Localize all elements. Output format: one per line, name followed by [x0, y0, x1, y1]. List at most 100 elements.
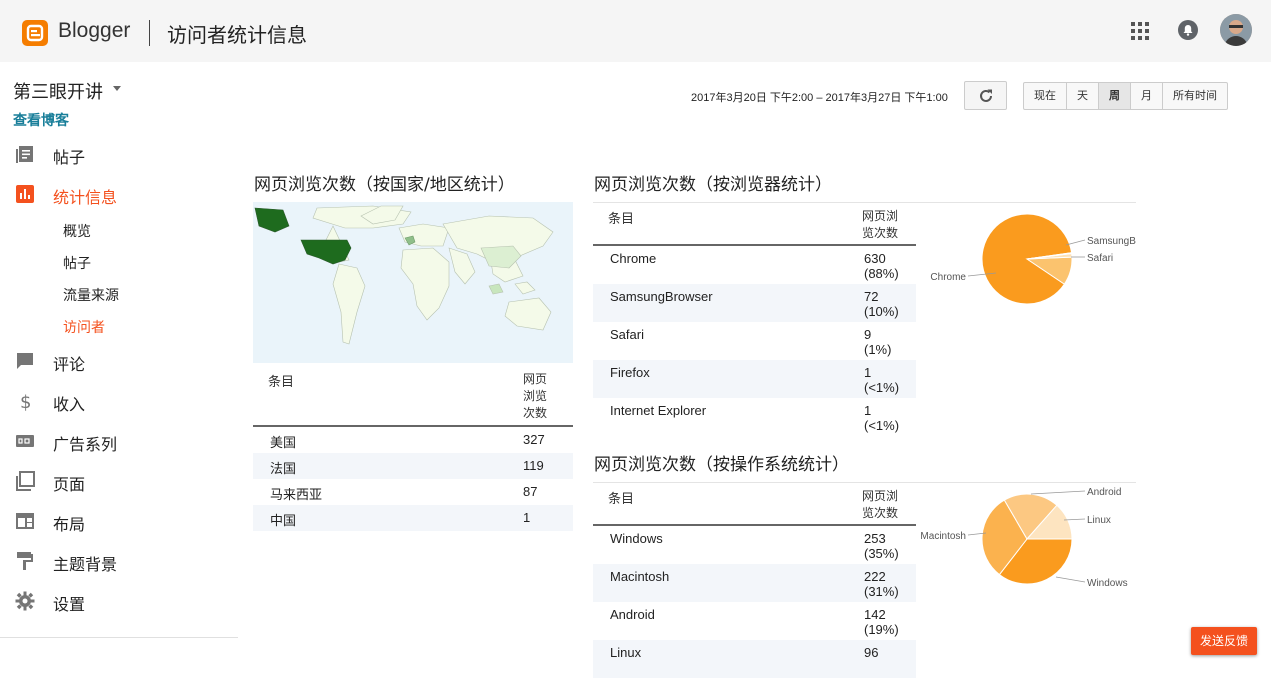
nav-earnings[interactable]: $ 收入 — [13, 389, 233, 414]
nav-posts-label: 帖子 — [53, 148, 86, 167]
browser-panel-title: 网页浏览次数（按浏览器统计） — [594, 175, 832, 195]
browser-table-body: Chrome 630 (88%) SamsungBrowser 72 (10%) Saf… — [593, 246, 916, 436]
table-row[interactable]: 美国 327 — [253, 427, 573, 453]
gear-icon — [15, 591, 35, 611]
col-views-header: 网页浏 览次数 — [862, 209, 899, 240]
table-row[interactable]: Firefox 1 (<1%) — [593, 360, 916, 398]
range-day-button[interactable]: 天 — [1067, 83, 1099, 109]
nav-theme[interactable]: 主题背景 — [13, 549, 233, 574]
nav-posts[interactable]: 帖子 — [13, 142, 233, 167]
row-views: 96 — [864, 645, 879, 660]
row-views: 630 (88%) — [864, 251, 899, 281]
row-views: 253 (35%) — [864, 531, 899, 561]
nav-pages-label: 页面 — [53, 475, 86, 494]
blog-selector[interactable]: 第三眼开讲 — [13, 78, 103, 104]
browser-pie-slices — [981, 213, 1073, 305]
pie-label: Android — [1087, 487, 1121, 498]
table-row[interactable]: Linux 96 — [593, 640, 916, 678]
pie-leader-line — [1055, 576, 1086, 583]
browser-pie-chart[interactable]: Chrome SamsungB Safari — [916, 203, 1136, 318]
row-entry: 法国 — [270, 461, 297, 476]
range-all-time-button[interactable]: 所有时间 — [1163, 83, 1227, 109]
row-entry: Chrome — [610, 251, 657, 266]
table-row[interactable]: Safari 9 (1%) — [593, 322, 916, 360]
table-row[interactable]: 马来西亚 87 — [253, 479, 573, 505]
brand-name[interactable]: Blogger — [58, 19, 130, 43]
nav-comments-label: 评论 — [53, 355, 86, 374]
row-views: 1 (<1%) — [864, 403, 900, 433]
refresh-button[interactable] — [964, 81, 1007, 110]
posts-icon — [16, 146, 33, 163]
stats-icon — [16, 185, 34, 203]
range-week-button[interactable]: 周 — [1099, 83, 1131, 109]
table-row[interactable]: SamsungBrowser 72 (10%) — [593, 284, 916, 322]
nav-stats[interactable]: 统计信息 — [13, 182, 233, 207]
os-table-header: 条目 网页浏 览次数 — [593, 483, 916, 526]
table-row[interactable]: Internet Explorer 1 (<1%) — [593, 398, 916, 436]
row-views: 1 — [523, 510, 531, 525]
sidebar-divider — [0, 637, 238, 638]
sub-traffic-sources[interactable]: 流量来源 — [63, 285, 119, 305]
row-entry: 马来西亚 — [270, 487, 323, 502]
col-entry-header: 条目 — [268, 374, 295, 389]
os-pie-chart[interactable]: Macintosh Android Linux Windows — [916, 483, 1136, 598]
os-panel-title: 网页浏览次数（按操作系统统计） — [594, 455, 849, 475]
row-entry: Safari — [610, 327, 644, 342]
col-views-header: 网页浏 览次数 — [862, 489, 899, 520]
table-row[interactable]: Chrome 630 (88%) — [593, 246, 916, 284]
page-title: 访问者统计信息 — [167, 23, 307, 47]
row-entry: 中国 — [270, 513, 297, 528]
date-range-label: 2017年3月20日 下午2:00 – 2017年3月27日 下午1:00 — [691, 92, 948, 104]
row-views: 1 (<1%) — [864, 365, 900, 395]
apps-grid-icon[interactable] — [1131, 22, 1149, 40]
table-row[interactable]: Macintosh 222 (31%) — [593, 564, 916, 602]
row-views: 9 (1%) — [864, 327, 892, 357]
layout-icon — [16, 513, 34, 529]
pie-label: Linux — [1087, 515, 1111, 526]
pie-label: Macintosh — [920, 531, 966, 542]
col-views-header: 网页 浏览 次数 — [523, 372, 548, 420]
caret-down-icon[interactable] — [113, 86, 121, 91]
dollar-icon: $ — [20, 392, 31, 411]
table-row[interactable]: Android 142 (19%) — [593, 602, 916, 640]
send-feedback-button[interactable]: 发送反馈 — [1191, 627, 1257, 655]
pie-leader-line — [1030, 490, 1086, 495]
world-map[interactable] — [253, 202, 573, 363]
pie-label: Chrome — [930, 272, 966, 283]
table-row[interactable]: 中国 1 — [253, 505, 573, 531]
nav-layout[interactable]: 布局 — [13, 509, 233, 534]
range-month-button[interactable]: 月 — [1131, 83, 1163, 109]
row-views: 119 — [523, 458, 544, 473]
nav-theme-label: 主题背景 — [53, 555, 118, 574]
pie-label: SamsungB — [1087, 236, 1136, 247]
nav-settings[interactable]: 设置 — [13, 589, 233, 614]
country-table: 条目 网页 浏览 次数 美国 327 法国 119 马来西亚 87 中国 1 — [253, 363, 573, 531]
row-entry: Internet Explorer — [610, 403, 707, 418]
row-views: 142 (19%) — [864, 607, 899, 637]
country-table-header: 条目 网页 浏览 次数 — [253, 363, 573, 427]
table-row[interactable]: Windows 253 (35%) — [593, 526, 916, 564]
row-views: 222 (31%) — [864, 569, 899, 599]
sub-overview[interactable]: 概览 — [63, 221, 91, 241]
col-entry-header: 条目 — [608, 211, 635, 226]
notifications-bell-icon[interactable] — [1178, 20, 1198, 40]
sub-posts[interactable]: 帖子 — [63, 253, 91, 273]
row-entry: Linux — [610, 645, 642, 660]
range-now-button[interactable]: 现在 — [1024, 83, 1067, 109]
nav-pages[interactable]: 页面 — [13, 469, 233, 494]
row-entry: 美国 — [270, 435, 297, 450]
nav-campaigns[interactable]: 广告系列 — [13, 429, 233, 454]
sub-audience[interactable]: 访问者 — [63, 317, 105, 337]
row-views: 327 — [523, 432, 545, 447]
pages-icon — [16, 471, 35, 491]
nav-comments[interactable]: 评论 — [13, 349, 233, 374]
row-entry: Windows — [610, 531, 663, 546]
country-panel-title: 网页浏览次数（按国家/地区统计） — [254, 175, 515, 195]
view-blog-link[interactable]: 查看博客 — [13, 110, 69, 130]
nav-campaigns-label: 广告系列 — [53, 435, 118, 454]
table-row[interactable]: 法国 119 — [253, 453, 573, 479]
user-avatar[interactable] — [1220, 14, 1252, 46]
blogger-logo-icon[interactable] — [22, 20, 48, 46]
row-entry: Macintosh — [610, 569, 670, 584]
time-range-selector: 现在 天 周 月 所有时间 — [1023, 82, 1228, 110]
